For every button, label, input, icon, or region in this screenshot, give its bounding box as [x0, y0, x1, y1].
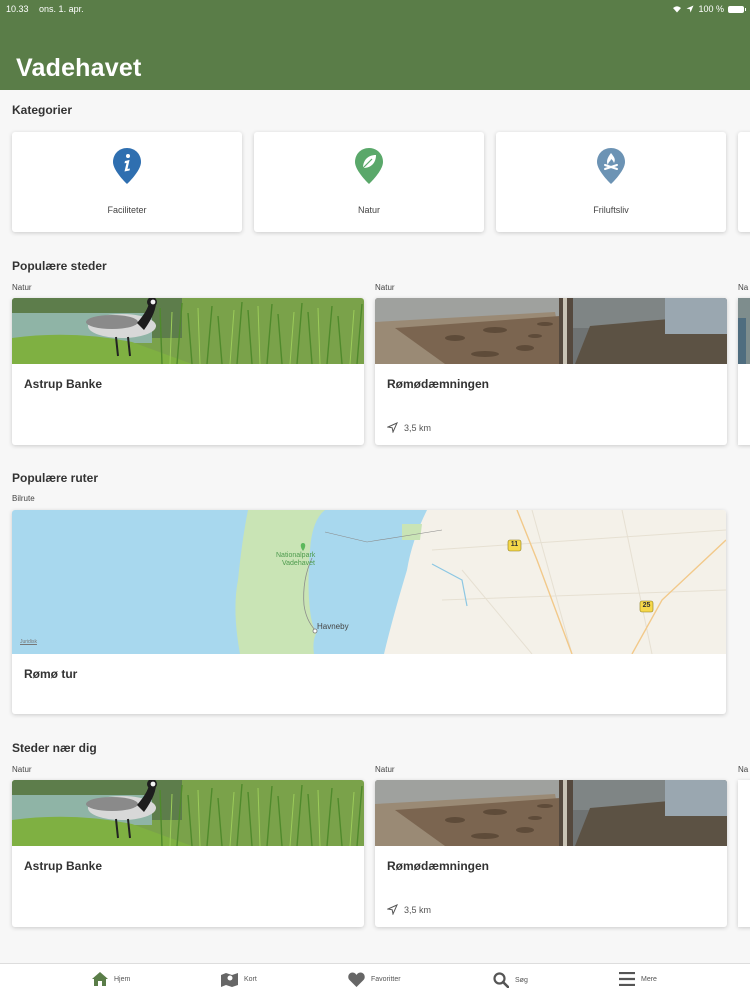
route-name: Rømø tur — [24, 667, 78, 681]
category-label: Faciliteter — [107, 205, 147, 215]
place-photo — [738, 298, 750, 364]
route-card-romo-tur[interactable]: Nationalpark Vadehavet Havneby 11 25 Jur… — [12, 510, 726, 714]
distance-info: 3,5 km — [387, 422, 431, 433]
place-category-tag: Natur — [375, 765, 395, 774]
app-header: 10.33 ons. 1. apr. 100 % Vadehavet — [0, 0, 750, 90]
status-bar: 10.33 ons. 1. apr. 100 % — [6, 2, 746, 16]
leaf-pin-icon — [355, 148, 383, 184]
place-card-astrup-banke[interactable]: Astrup Banke — [12, 298, 364, 445]
map-legal-link[interactable]: Juridisk — [20, 639, 37, 645]
map-icon — [221, 973, 238, 987]
category-card-outdoor[interactable]: Friluftsliv — [496, 132, 726, 232]
tab-bar: Hjem Kort Favoritter Søg Mere — [0, 963, 750, 1000]
place-name: Rømødæmningen — [387, 859, 489, 873]
category-card-nature[interactable]: Natur — [254, 132, 484, 232]
category-label: Friluftsliv — [593, 205, 629, 215]
tab-search[interactable]: Søg — [493, 972, 528, 988]
place-category-tag: Na — [738, 283, 749, 292]
map-label-town: Havneby — [317, 622, 349, 631]
section-title-categories: Kategorier — [12, 103, 73, 117]
tab-label: Mere — [641, 975, 657, 983]
place-photo — [12, 780, 364, 846]
road-marker-25: 25 — [642, 602, 651, 609]
place-photo — [12, 298, 364, 364]
tab-favorites[interactable]: Favoritter — [348, 972, 401, 987]
distance-value: 3,5 km — [404, 904, 432, 915]
battery-percent: 100 % — [698, 4, 724, 14]
campfire-pin-icon — [597, 148, 625, 184]
battery-icon — [728, 5, 746, 13]
route-map — [12, 510, 726, 654]
tab-label: Favoritter — [371, 976, 401, 983]
tab-label: Søg — [515, 976, 528, 984]
navigation-arrow-icon — [387, 904, 398, 915]
wifi-icon — [673, 6, 682, 13]
tab-label: Kort — [244, 976, 257, 983]
place-card-romodaemningen[interactable]: Rømødæmningen 3,5 km — [375, 298, 727, 445]
tab-more[interactable]: Mere — [619, 972, 657, 986]
place-photo — [375, 780, 727, 846]
info-pin-icon — [113, 148, 141, 184]
place-card-partial[interactable] — [738, 780, 750, 927]
place-category-tag: Na — [738, 765, 749, 774]
place-name: Rømødæmningen — [387, 377, 489, 391]
place-category-tag: Natur — [375, 283, 395, 292]
tab-map[interactable]: Kort — [221, 972, 257, 987]
place-name: Astrup Banke — [24, 859, 103, 873]
page-title: Vadehavet — [16, 54, 142, 82]
map-label-park2: Vadehavet — [282, 560, 315, 567]
place-category-tag: Natur — [12, 765, 32, 774]
heart-icon — [348, 972, 365, 987]
place-name: Astrup Banke — [24, 377, 103, 391]
section-title-popular-places: Populære steder — [12, 259, 107, 273]
place-card-astrup-banke[interactable]: Astrup Banke — [12, 780, 364, 927]
location-icon — [686, 5, 694, 13]
category-card-facilities[interactable]: Faciliteter — [12, 132, 242, 232]
map-label-park: Nationalpark — [276, 552, 316, 559]
distance-info: 3,5 km — [387, 904, 431, 915]
place-photo — [375, 298, 727, 364]
tab-label: Hjem — [114, 975, 131, 983]
status-time: 10.33 — [6, 4, 29, 14]
place-card-partial[interactable] — [738, 298, 750, 445]
section-title-nearby: Steder nær dig — [12, 741, 97, 755]
category-label: Natur — [357, 205, 380, 215]
menu-icon — [619, 972, 635, 986]
section-title-popular-routes: Populære ruter — [12, 471, 99, 485]
place-card-romodaemningen[interactable]: Rømødæmningen 3,5 km — [375, 780, 727, 927]
place-category-tag: Natur — [12, 283, 32, 292]
home-icon — [92, 972, 108, 986]
tab-home[interactable]: Hjem — [92, 972, 130, 986]
route-category-tag: Bilrute — [12, 494, 35, 503]
distance-value: 3,5 km — [404, 422, 432, 433]
search-icon — [493, 972, 509, 988]
status-date: ons. 1. apr. — [39, 4, 84, 14]
category-card-partial[interactable] — [738, 132, 750, 232]
road-marker-11: 11 — [510, 541, 519, 548]
navigation-arrow-icon — [387, 422, 398, 433]
